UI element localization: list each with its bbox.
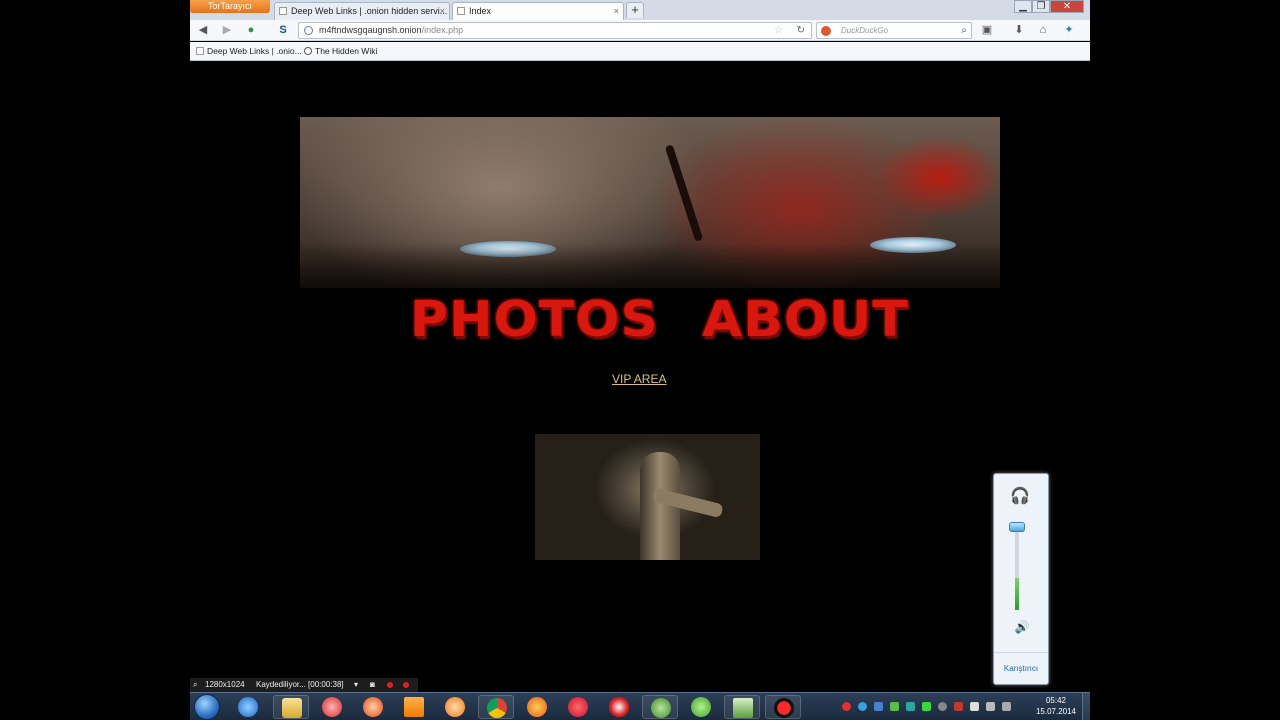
- globe-icon: [304, 26, 313, 35]
- tray-shield-icon[interactable]: [954, 702, 963, 711]
- banner-scar: [664, 144, 704, 242]
- search-placeholder: DuckDuckGo: [841, 26, 889, 35]
- navigation-toolbar: ◀ ▶ ● S m4ftndwsgqaugnsh.onion/index.php…: [190, 20, 1090, 41]
- page-icon: [279, 7, 287, 15]
- minimize-button[interactable]: ▁: [1014, 0, 1032, 13]
- back-icon[interactable]: ◀: [196, 23, 210, 37]
- tray-app-icon[interactable]: [858, 702, 867, 711]
- restore-button[interactable]: ❐: [1032, 0, 1050, 13]
- address-bar[interactable]: m4ftndwsgqaugnsh.onion/index.php ☆ ↻: [298, 22, 812, 39]
- tray-flag-icon[interactable]: [970, 702, 979, 711]
- forward-icon[interactable]: ▶: [220, 23, 234, 37]
- tray-volume-icon[interactable]: [1002, 702, 1011, 711]
- screen-recorder-bar: ⌕ 1280x1024 Kaydediliyor... [00:00:38] ▾…: [190, 678, 418, 692]
- speaker-icon[interactable]: 🔊: [1012, 620, 1032, 634]
- tor-browser-menu-button[interactable]: TorTarayıcı: [190, 0, 270, 13]
- clock-date: 15.07.2014: [1035, 707, 1077, 716]
- about-link[interactable]: ABOUT: [702, 292, 909, 349]
- opera-icon[interactable]: [560, 695, 596, 719]
- start-button[interactable]: [194, 694, 220, 720]
- url-host: m4ftndwsgqaugnsh.onion: [319, 25, 422, 35]
- tab-deep-web-links[interactable]: Deep Web Links | .onion hidden servi... …: [274, 2, 450, 20]
- reload-icon[interactable]: ↻: [797, 23, 805, 38]
- tray-record-icon[interactable]: [842, 702, 851, 711]
- url-path: /index.php: [421, 25, 464, 35]
- bookmark-label: Deep Web Links | .onio...: [207, 46, 302, 56]
- tray-network-icon[interactable]: [874, 702, 883, 711]
- tray-gray-icon[interactable]: [938, 702, 947, 711]
- tray-network-status-icon[interactable]: [986, 702, 995, 711]
- firefox-icon[interactable]: [519, 695, 555, 719]
- bookmark-deep-web-links[interactable]: Deep Web Links | .onio...: [194, 42, 302, 60]
- ccleaner-icon[interactable]: [355, 695, 391, 719]
- volume-flyout: 🎧 🔊 Karıştırıcı: [993, 473, 1049, 685]
- pause-icon[interactable]: [387, 682, 393, 688]
- tab-bar: TorTarayıcı Deep Web Links | .onion hidd…: [190, 0, 1090, 20]
- app-red-icon[interactable]: [314, 695, 350, 719]
- chrome-icon[interactable]: [478, 695, 514, 719]
- tab-close-icon[interactable]: ×: [440, 3, 445, 19]
- browser-window: TorTarayıcı Deep Web Links | .onion hidd…: [190, 0, 1090, 692]
- volume-slider-thumb[interactable]: [1009, 522, 1025, 532]
- tab-close-icon[interactable]: ×: [614, 3, 619, 19]
- camera-icon[interactable]: ◙: [370, 678, 375, 692]
- banner-shade: [300, 243, 1000, 288]
- bookmark-label: The Hidden Wiki: [315, 46, 378, 56]
- tab-index[interactable]: Index ×: [452, 2, 624, 20]
- show-desktop-button[interactable]: [1082, 693, 1090, 720]
- bookmarks-toolbar: Deep Web Links | .onio... The Hidden Wik…: [190, 42, 1090, 61]
- clock-time: 05:42: [1045, 696, 1067, 705]
- bookmark-star-icon[interactable]: ☆: [774, 23, 783, 38]
- page-icon: [457, 7, 465, 15]
- tab-label: Deep Web Links | .onion hidden servi...: [291, 6, 448, 16]
- noscript-icon[interactable]: S: [276, 23, 290, 37]
- recorder-resolution: 1280x1024: [205, 680, 245, 689]
- page-content: PHOTOS ABOUT VIP AREA: [190, 62, 1090, 692]
- taskbar: 05:42 15.07.2014: [190, 692, 1090, 720]
- header-banner-image: [300, 117, 1000, 288]
- volume-level-meter: [1015, 578, 1019, 610]
- screen: TorTarayıcı Deep Web Links | .onion hidd…: [0, 0, 1280, 720]
- vip-area-link[interactable]: VIP AREA: [612, 372, 666, 386]
- utorrent-icon[interactable]: [683, 695, 719, 719]
- dropdown-icon[interactable]: ▾: [354, 678, 358, 692]
- explorer-icon[interactable]: [273, 695, 309, 719]
- stop-icon[interactable]: [403, 682, 409, 688]
- home-icon[interactable]: ⌂: [1036, 23, 1050, 37]
- ie-icon[interactable]: [230, 695, 266, 719]
- tray-utorrent-icon[interactable]: [890, 702, 899, 711]
- clock[interactable]: 05:42 15.07.2014: [1031, 695, 1081, 717]
- screen-icon[interactable]: [724, 695, 760, 719]
- zoom-icon[interactable]: ⌕: [193, 678, 197, 692]
- duckduckgo-icon: [821, 26, 831, 36]
- tray-green-icon[interactable]: [922, 702, 931, 711]
- search-input[interactable]: DuckDuckGo ⌕: [816, 22, 972, 39]
- photos-link[interactable]: PHOTOS: [410, 292, 659, 349]
- close-window-button[interactable]: ✕: [1050, 0, 1084, 13]
- tray-sync-icon[interactable]: [906, 702, 915, 711]
- bookmark-hidden-wiki[interactable]: The Hidden Wiki: [302, 42, 377, 60]
- mixer-link[interactable]: Karıştırıcı: [994, 652, 1048, 684]
- page-icon: [196, 47, 204, 55]
- vlc-icon[interactable]: [396, 695, 432, 719]
- addon-icon[interactable]: ✦: [1062, 23, 1076, 37]
- window-controls: ▁ ❐ ✕: [1014, 0, 1084, 14]
- downloads-menu-icon[interactable]: ▣: [980, 23, 994, 37]
- tor-icon[interactable]: [642, 695, 678, 719]
- new-tab-button[interactable]: +: [626, 2, 644, 18]
- yandex-icon[interactable]: [601, 695, 637, 719]
- tab-label: Index: [469, 6, 492, 16]
- download-icon[interactable]: ⬇: [1012, 23, 1026, 37]
- recorder-status: Kaydediliyor... [00:00:38]: [256, 680, 344, 689]
- system-tray: 05:42 15.07.2014: [840, 693, 1090, 720]
- tor-onion-icon[interactable]: ●: [244, 23, 258, 37]
- wiki-icon: [304, 47, 312, 55]
- headphones-icon[interactable]: 🎧: [1010, 486, 1030, 508]
- media-player-icon[interactable]: [437, 695, 473, 719]
- recorder-icon[interactable]: [765, 695, 801, 719]
- search-icon[interactable]: ⌕: [961, 23, 967, 38]
- content-photo[interactable]: [535, 434, 760, 560]
